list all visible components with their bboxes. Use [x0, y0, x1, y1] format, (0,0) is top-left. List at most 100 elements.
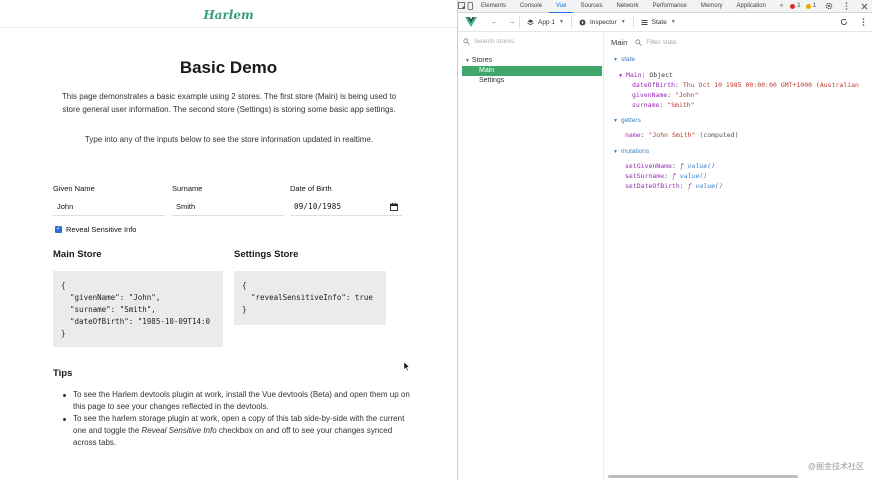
settings-store-json: { "revealSensitiveInfo": true } — [234, 271, 386, 325]
state-date-of-birth: dateOfBirth: Thu Oct 10 1985 00:00:00 GM… — [632, 81, 859, 89]
search-stores-row[interactable]: Search stores — [463, 38, 514, 45]
reveal-sensitive-row[interactable]: ✓ Reveal Sensitive Info — [55, 225, 136, 234]
function-value: value() — [687, 162, 716, 170]
watermark: @掘金技术社区 — [807, 462, 864, 471]
tab-console[interactable]: Console — [513, 0, 549, 13]
back-arrow-icon[interactable]: ← — [484, 13, 505, 32]
state-header: Main Filter state — [611, 38, 677, 47]
search-icon — [635, 39, 643, 46]
surname-input[interactable] — [172, 198, 284, 216]
mutation-key: setDateOfBirth — [625, 182, 680, 190]
list-icon — [641, 19, 648, 25]
tab-application[interactable]: Application — [730, 0, 773, 13]
chevron-down-icon: ▼ — [620, 19, 626, 25]
harlem-logo[interactable]: Harlem — [0, 8, 457, 22]
app-selector-label: App 1 — [538, 18, 555, 26]
inspect-element-icon[interactable] — [458, 0, 466, 13]
chevron-down-icon: ▼ — [670, 19, 676, 25]
tree-item-settings[interactable]: Settings — [462, 76, 602, 86]
getter-name: name: "John Smith" (computed) — [625, 131, 739, 139]
state-main-key: Main — [625, 71, 642, 79]
getter-value: "John Smith" — [648, 131, 696, 139]
instructions-paragraph: Type into any of the inputs below to see… — [84, 135, 374, 144]
main-store-json: { "givenName": "John", "surname": "Smith… — [53, 271, 223, 347]
inspector-selector[interactable]: Inspector ▼ — [572, 13, 633, 32]
tree-root-stores[interactable]: ▼ Stores — [465, 57, 492, 64]
tips-heading: Tips — [53, 368, 73, 379]
tips-list: To see the Harlem devtools plugin at wor… — [63, 389, 413, 449]
tab-memory[interactable]: Memory — [694, 0, 730, 13]
mutation-item: setGivenName: ƒ value() — [625, 162, 716, 170]
state-given-key: givenName — [632, 91, 668, 99]
getters-section-label: getters — [620, 117, 641, 124]
devtools-panel: Elements Console Vue Sources Network Per… — [458, 0, 872, 480]
selected-store-title: Main — [611, 38, 628, 47]
getter-computed-note: (computed) — [699, 131, 739, 139]
more-tabs-button[interactable]: » — [773, 0, 790, 13]
mutation-item: setDateOfBirth: ƒ value() — [625, 182, 723, 190]
compass-icon — [579, 19, 586, 25]
stores-panel: Search stores ▼ Stores Main Settings — [458, 33, 604, 480]
warning-count[interactable]: 1 — [813, 3, 816, 9]
app-selector[interactable]: App 1 ▼ — [520, 13, 571, 32]
refresh-icon[interactable] — [833, 13, 855, 32]
inspector-selector-label: Inspector — [589, 18, 617, 26]
tip-storage-emphasis: Reveal Sensitive Info — [141, 426, 217, 435]
caret-down-icon: ▼ — [613, 118, 618, 124]
close-devtools-icon[interactable] — [857, 0, 872, 13]
intro-paragraph: This page demonstrates a basic example u… — [61, 92, 397, 114]
search-stores-input[interactable]: Search stores — [474, 38, 514, 45]
header-divider — [0, 27, 457, 28]
date-of-birth-input[interactable]: 09/10/1985 — [290, 198, 402, 216]
kebab-menu-icon[interactable] — [855, 13, 872, 32]
state-section-toggle[interactable]: ▼ state — [613, 56, 635, 63]
mouse-cursor-icon — [404, 362, 410, 371]
state-selector[interactable]: State ▼ — [634, 13, 683, 32]
state-selector-label: State — [651, 18, 667, 26]
error-count[interactable]: 1 — [797, 3, 800, 9]
caret-down-icon: ▼ — [465, 58, 470, 64]
state-section-label: state — [620, 56, 636, 63]
filter-state-input[interactable]: Filter state — [646, 39, 676, 46]
calendar-icon[interactable] — [390, 202, 398, 211]
page-title: Basic Demo — [179, 58, 278, 77]
tree-item-main[interactable]: Main — [462, 66, 602, 76]
state-surname: surname: "Smith" — [632, 101, 695, 109]
state-given-value: "John" — [675, 91, 699, 99]
reveal-sensitive-checkbox[interactable]: ✓ — [55, 226, 62, 233]
function-sign: ƒ — [671, 172, 676, 180]
function-sign: ƒ — [679, 162, 684, 170]
vue-logo-icon — [458, 13, 484, 32]
tab-network[interactable]: Network — [610, 0, 646, 13]
getters-section-toggle[interactable]: ▼ getters — [613, 117, 641, 124]
date-of-birth-value: 09/10/1985 — [294, 202, 342, 211]
state-surname-key: surname — [632, 101, 660, 109]
devtools-status: 1 1 — [790, 0, 872, 13]
filter-state-row[interactable]: Filter state — [635, 39, 677, 46]
horizontal-scrollbar[interactable] — [608, 475, 798, 478]
tab-performance[interactable]: Performance — [646, 0, 694, 13]
reveal-sensitive-label[interactable]: Reveal Sensitive Info — [66, 225, 136, 234]
tip-storage: To see the harlem storage plugin at work… — [63, 413, 413, 449]
mutations-section-toggle[interactable]: ▼ mutations — [613, 148, 649, 155]
tip-devtools: To see the Harlem devtools plugin at wor… — [63, 389, 413, 413]
mutation-key: setSurname — [625, 172, 665, 180]
mutation-key: setGivenName — [625, 162, 672, 170]
tab-elements[interactable]: Elements — [474, 0, 513, 13]
settings-store-heading: Settings Store — [234, 249, 299, 260]
caret-down-icon: ▼ — [613, 149, 618, 155]
warning-icon — [805, 3, 811, 9]
forward-arrow-icon[interactable]: → — [505, 13, 520, 32]
tab-vue[interactable]: Vue — [549, 0, 574, 13]
tab-sources[interactable]: Sources — [573, 0, 609, 13]
date-of-birth-label: Date of Birth — [290, 184, 332, 193]
state-surname-value: "Smith" — [667, 101, 695, 109]
mutations-section-label: mutations — [620, 148, 650, 155]
settings-gear-icon[interactable] — [821, 0, 837, 13]
given-name-label: Given Name — [53, 184, 95, 193]
given-name-input[interactable] — [53, 198, 165, 216]
state-panel: Main Filter state ▼ state ▼ Main: Object … — [605, 33, 872, 480]
kebab-menu-icon[interactable] — [839, 0, 855, 13]
device-toolbar-icon[interactable] — [466, 0, 474, 13]
state-date-value: Thu Oct 10 1985 00:00:00 GMT+1000 (Austr… — [682, 81, 859, 89]
